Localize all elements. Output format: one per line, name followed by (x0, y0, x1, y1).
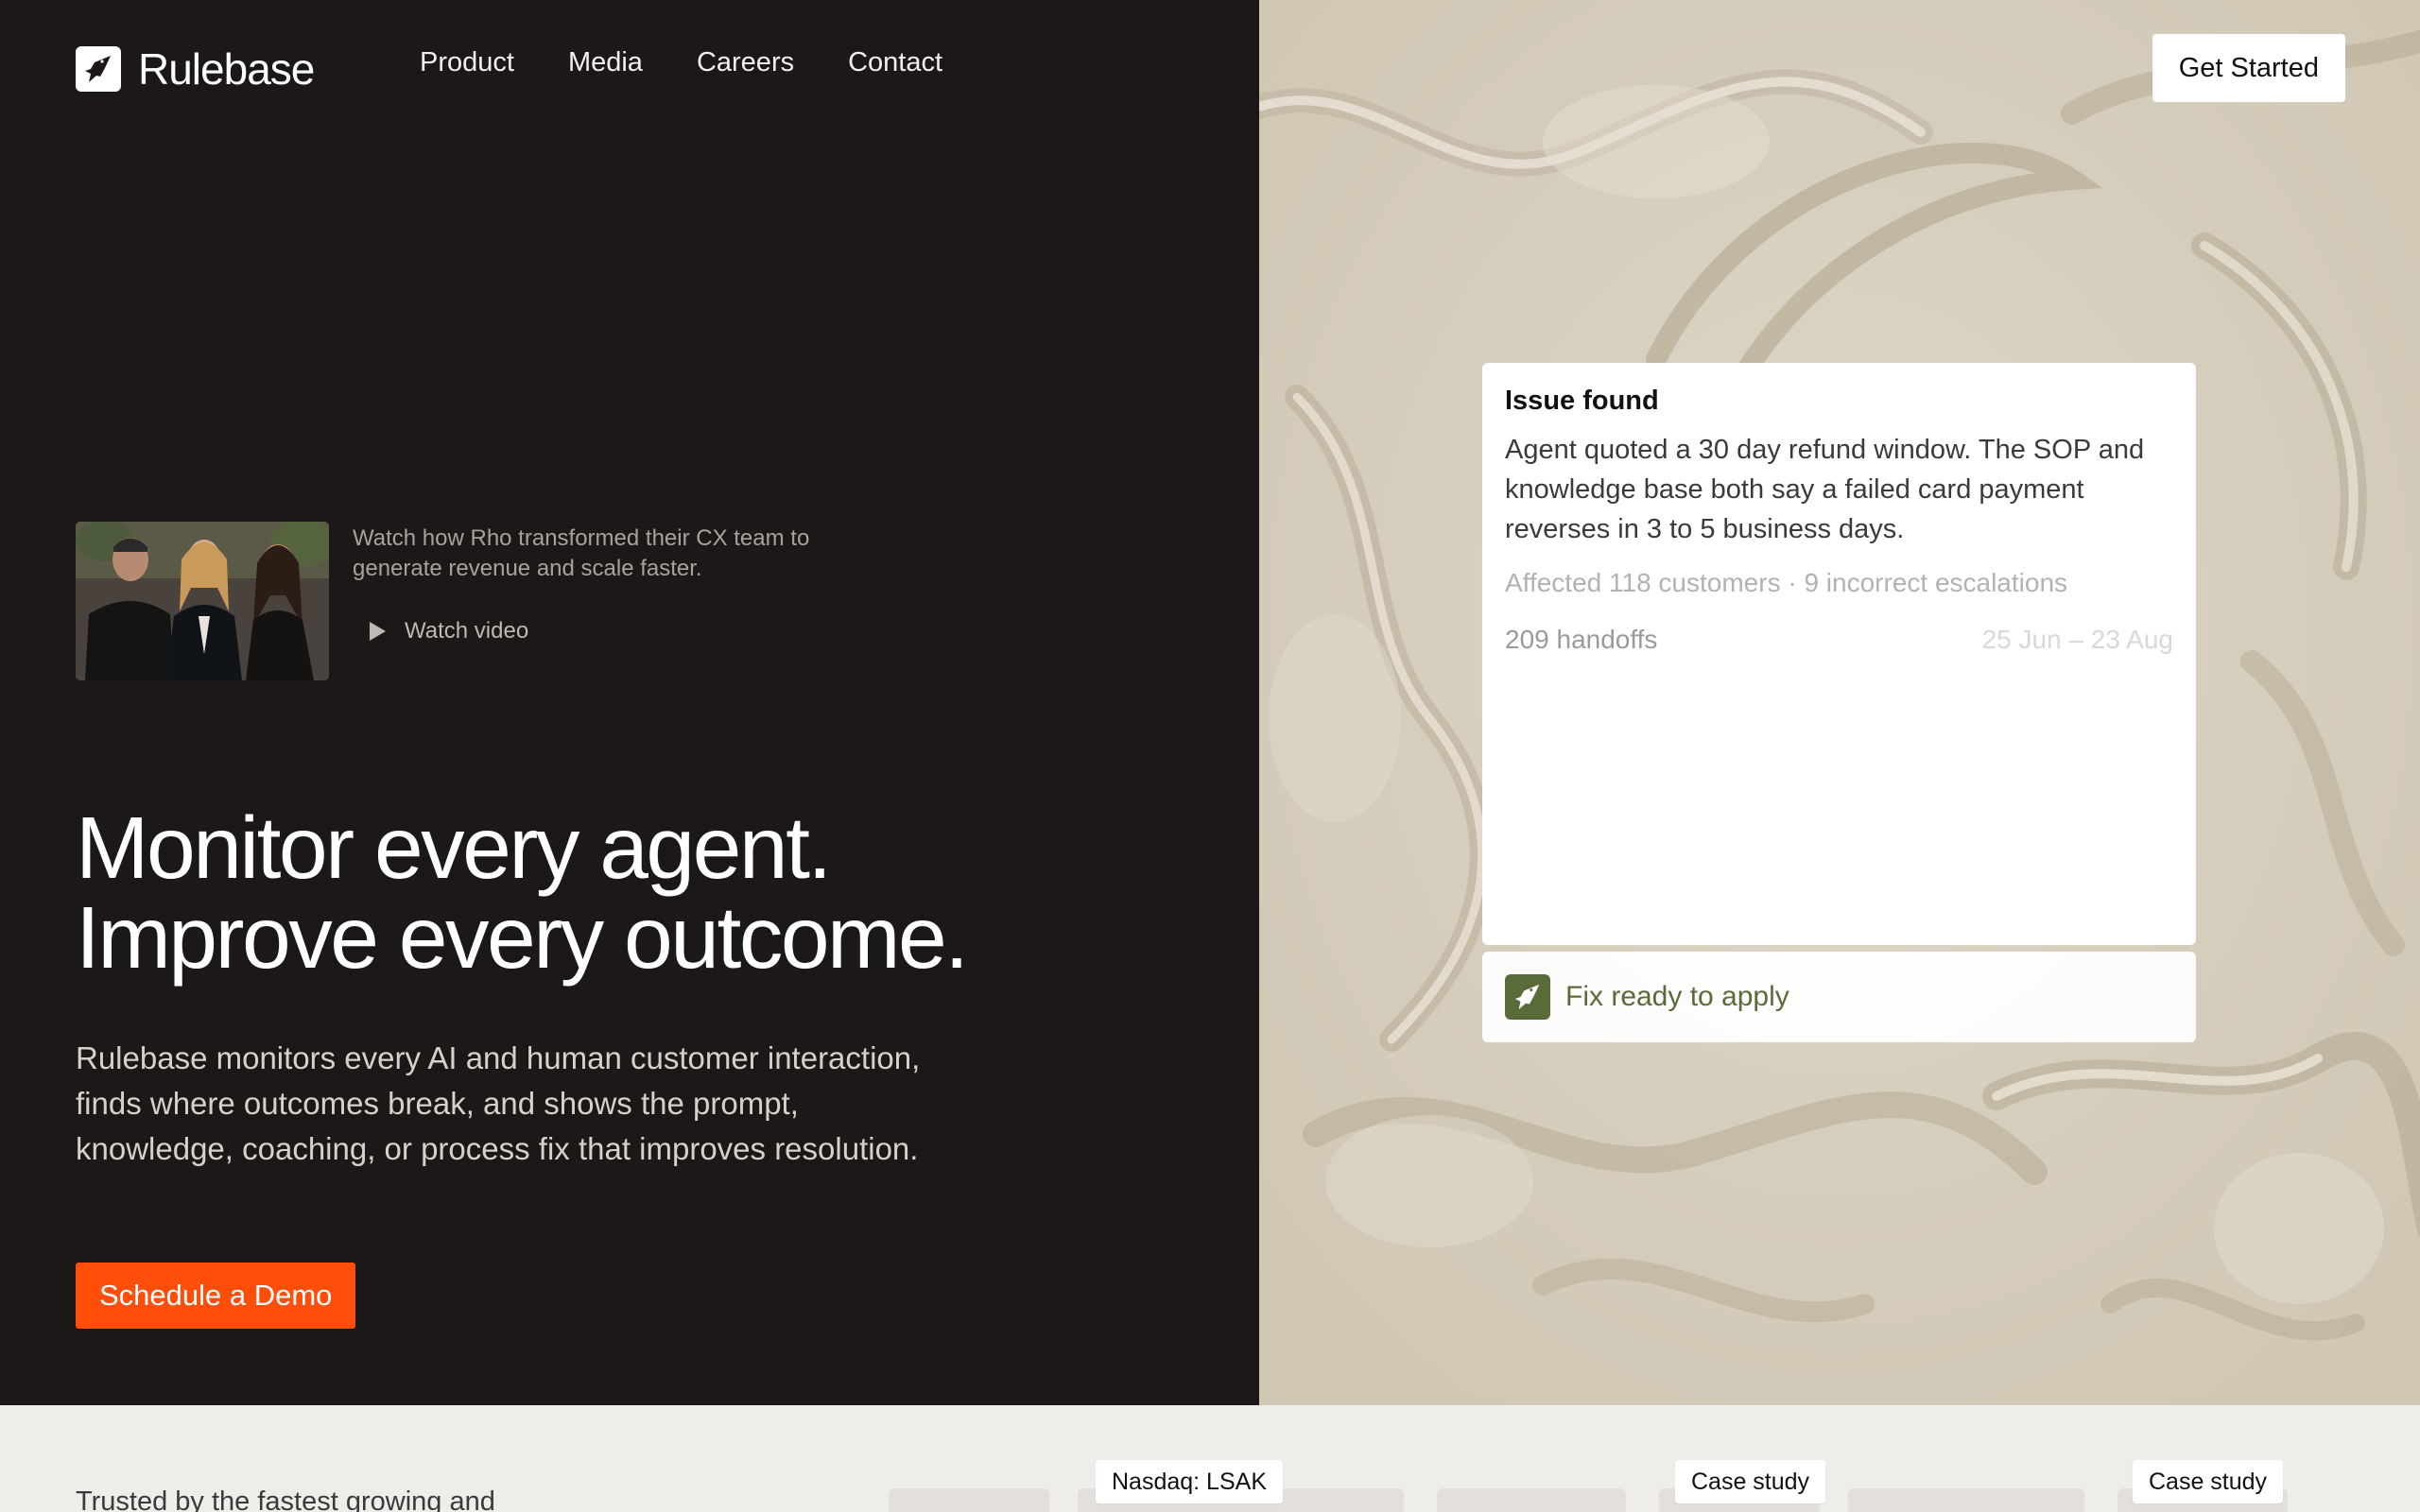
issue-impact: Affected 118 customers · 9 incorrect esc… (1505, 568, 2068, 597)
issue-card: Issue found Agent quoted a 30 day refund… (1482, 363, 2196, 945)
trusted-heading: Trusted by the fastest growing and (76, 1486, 495, 1512)
headline-line-1: Monitor every agent. (76, 799, 832, 897)
schedule-demo-button[interactable]: Schedule a Demo (76, 1263, 356, 1329)
hero-headline: Monitor every agent. Improve every outco… (76, 799, 969, 987)
customer-logo (1848, 1488, 2084, 1512)
get-started-button[interactable]: Get Started (2152, 34, 2345, 102)
customer-logo (1437, 1488, 1626, 1512)
hero-visual-panel: Get Started Issue found Agent quoted a 3… (1259, 0, 2420, 1405)
main-nav: Product Media Careers Contact (420, 47, 942, 78)
video-thumbnail[interactable] (76, 522, 329, 680)
rulebase-bird-icon (76, 46, 121, 92)
hero-panel: Rulebase Product Media Careers Contact W… (0, 0, 1259, 1405)
fix-ready-bar[interactable]: Fix ready to apply (1482, 952, 2196, 1042)
video-description: Watch how Rho transformed their CX team … (353, 525, 810, 581)
date-range: 25 Jun – 23 Aug (1981, 625, 2173, 654)
case-study-badge[interactable]: Case study (1675, 1460, 1826, 1503)
video-card: Watch how Rho transformed their CX team … (76, 522, 863, 680)
hero-subtext: Rulebase monitors every AI and human cus… (76, 1040, 921, 1166)
watch-video-link[interactable]: Watch video (353, 618, 863, 644)
nasdaq-badge[interactable]: Nasdaq: LSAK (1096, 1460, 1283, 1503)
nav-item-product[interactable]: Product (420, 47, 514, 78)
nav-item-careers[interactable]: Careers (697, 47, 794, 78)
issue-description: Agent quoted a 30 day refund window. The… (1505, 435, 2145, 544)
rulebase-bird-icon (1505, 974, 1550, 1020)
trust-strip: Trusted by the fastest growing and Nasda… (0, 1405, 2420, 1512)
watch-video-label: Watch video (405, 618, 529, 644)
case-study-badge[interactable]: Case study (2133, 1460, 2284, 1503)
headline-line-2: Improve every outcome. (76, 888, 969, 987)
nav-item-media[interactable]: Media (568, 47, 643, 78)
nav-item-contact[interactable]: Contact (848, 47, 942, 78)
issue-title: Issue found (1505, 386, 1659, 416)
handoffs-count: 209 handoffs (1505, 625, 1658, 654)
fix-ready-label: Fix ready to apply (1565, 981, 1789, 1012)
brand-name: Rulebase (138, 44, 315, 94)
customer-logo (889, 1488, 1049, 1512)
brand-logo[interactable]: Rulebase (76, 43, 315, 94)
play-icon (370, 622, 386, 641)
